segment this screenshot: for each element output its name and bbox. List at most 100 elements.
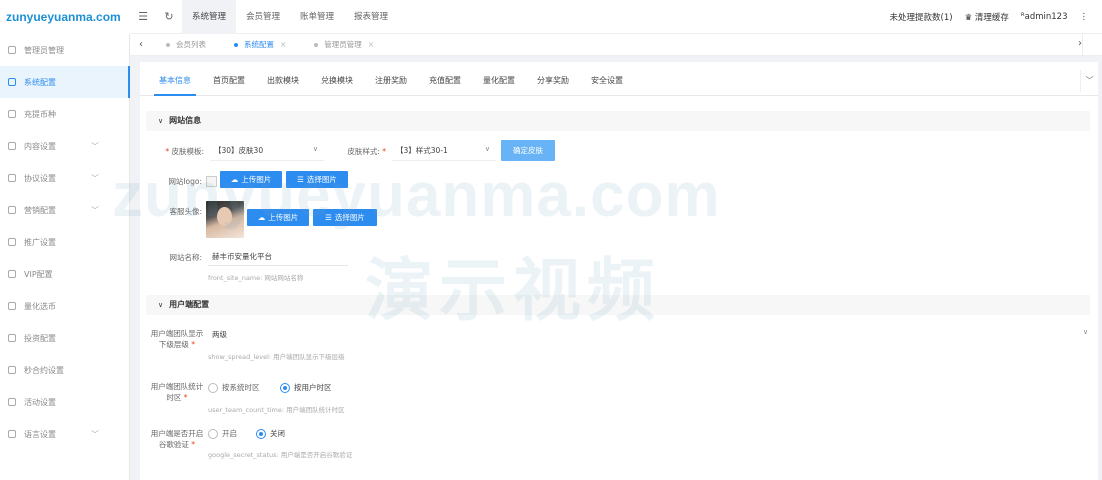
top-menu-bills[interactable]: 账单管理 (290, 0, 344, 34)
radio-google-off[interactable]: 关闭 (256, 428, 285, 439)
radio-circle (256, 428, 266, 439)
skin-style-select[interactable]: 【3】样式30-1 ∨ (392, 141, 496, 161)
skin-template-select[interactable]: 【30】皮肤30 ∨ (210, 141, 324, 161)
skin-style-label: 皮肤样式: * (347, 147, 386, 156)
vip-icon (8, 270, 16, 278)
radio-google-on[interactable]: 开启 (208, 428, 237, 439)
section-site-info[interactable]: ∨ 网站信息 (146, 111, 1090, 131)
sidebar-item-system-config[interactable]: 系统配置 (0, 66, 130, 98)
radio-system-timezone[interactable]: 按系统时区 (208, 382, 260, 393)
sidebar-item-admin[interactable]: 管理员管理 (0, 34, 129, 66)
pending-withdrawals[interactable]: 未处理提款数(1) (890, 11, 953, 23)
close-icon[interactable]: × (368, 40, 374, 49)
subtab-register[interactable]: 注册奖励 (364, 75, 418, 95)
menu-toggle-icon[interactable]: ☰ (130, 10, 156, 23)
chevron-down-icon: ∨ (1083, 328, 1089, 336)
chevron-down-icon: ﹀ (91, 142, 99, 151)
upload-icon: ☁ (257, 213, 266, 222)
tab-dot (234, 42, 238, 47)
promo-icon (8, 238, 16, 246)
sidebar-item-invest[interactable]: 投资配置 (0, 322, 129, 354)
refresh-icon[interactable]: ↻ (156, 10, 182, 23)
content-icon (8, 142, 16, 150)
sidebar-item-label: 管理员管理 (24, 45, 64, 55)
collapse-icon: ∨ (158, 301, 164, 309)
sidebar-item-label: VIP配置 (24, 269, 53, 279)
more-icon[interactable]: ⋮ (1080, 12, 1089, 22)
sidebar-item-label: 内容设置 (24, 141, 56, 151)
language-icon (8, 430, 16, 438)
subtab-recharge[interactable]: 充值配置 (418, 75, 472, 95)
team-level-select[interactable]: 两级 (208, 326, 1088, 344)
sidebar-item-marketing[interactable]: 营销配置 ﹀ (0, 194, 129, 226)
sidebar-item-content[interactable]: 内容设置 ﹀ (0, 130, 129, 162)
sidebar-item-label: 投资配置 (24, 333, 56, 343)
subtab-basic[interactable]: 基本信息 (148, 75, 202, 96)
sidebar-item-activity[interactable]: 活动设置 (0, 386, 129, 418)
subtab-exchange[interactable]: 兑换模块 (310, 75, 364, 95)
list-icon: ☰ (297, 175, 304, 184)
list-icon: ☰ (325, 213, 332, 222)
radio-circle (208, 382, 218, 393)
top-menu-system[interactable]: 系统管理 (182, 0, 237, 34)
team-level-label: 用户端团队显示下级层级 * (150, 329, 204, 349)
user-icon (8, 46, 16, 54)
clear-cache-button[interactable]: ♛ 清理缓存 (965, 11, 1009, 23)
top-menu-members[interactable]: 会员管理 (236, 0, 290, 34)
sidebar-item-label: 推广设置 (24, 237, 56, 247)
site-name-input[interactable]: 赫丰币安量化平台 (208, 248, 348, 266)
sidebar-item-label: 系统配置 (24, 77, 56, 87)
subtab-security[interactable]: 安全设置 (580, 75, 634, 95)
tabs-menu-button[interactable] (1082, 34, 1102, 56)
sidebar-item-label: 量化选币 (24, 301, 56, 311)
confirm-skin-button[interactable]: 确定皮肤 (501, 140, 555, 161)
choose-logo-button[interactable]: ☰ 选择图片 (286, 171, 348, 188)
radio-circle (208, 428, 218, 439)
chevron-down-icon[interactable]: ﹀ (1080, 70, 1098, 92)
subtab-withdraw[interactable]: 出款模块 (256, 75, 310, 95)
collapse-icon: ∨ (158, 117, 164, 125)
upload-logo-button[interactable]: ☁ 上传图片 (220, 171, 282, 188)
sidebar-item-protocol[interactable]: 协议设置 ﹀ (0, 162, 129, 194)
section-user-config[interactable]: ∨ 用户端配置 (146, 295, 1090, 315)
sidebar-item-language[interactable]: 语言设置 ﹀ (0, 418, 129, 450)
sidebar-item-label: 充提币种 (24, 109, 56, 119)
subtab-share[interactable]: 分享奖励 (526, 75, 580, 95)
share-icon (8, 302, 16, 310)
sidebar: 管理员管理 系统配置 充提币种 内容设置 ﹀ 协议设置 ﹀ 营销配置 ﹀ 推广设置 V… (0, 34, 130, 480)
team-level-tip: show_spread_level: 用户端团队显示下级层级 (208, 353, 345, 361)
sidebar-item-promo[interactable]: 推广设置 (0, 226, 129, 258)
top-menu-reports[interactable]: 报表管理 (344, 0, 398, 34)
site-logo: zunyueyuanma.com (0, 0, 130, 34)
user-menu[interactable]: ᴿadmin123 (1021, 12, 1068, 22)
invest-icon (8, 334, 16, 342)
upload-avatar-button[interactable]: ☁ 上传图片 (247, 209, 309, 226)
top-bar: ☰ ↻ 系统管理 会员管理 账单管理 报表管理 未处理提款数(1) ♛ 清理缓存… (130, 0, 1102, 34)
skin-template-label: * 皮肤模板: (165, 147, 204, 156)
close-icon[interactable]: × (280, 40, 286, 49)
sidebar-item-label: 活动设置 (24, 397, 56, 407)
google-auth-label: 用户端是否开启谷歌验证 * (150, 429, 204, 449)
choose-avatar-button[interactable]: ☰ 选择图片 (313, 209, 377, 226)
sidebar-item-contract[interactable]: 秒合约设置 (0, 354, 129, 386)
tab-system-config[interactable]: 系统配置 × (220, 34, 300, 56)
chevron-down-icon: ﹀ (91, 174, 99, 183)
chevron-down-icon: ∨ (312, 145, 318, 153)
tab-member-list[interactable]: 会员列表× (152, 34, 220, 56)
radio-user-timezone[interactable]: 按用户时区 (280, 382, 332, 393)
sidebar-item-label: 营销配置 (24, 205, 56, 215)
tabs-scroll-left-icon[interactable]: ‹ (130, 39, 152, 50)
tab-dot (166, 42, 170, 47)
radio-circle (280, 382, 290, 393)
sidebar-item-coins[interactable]: 充提币种 (0, 98, 129, 130)
subtab-home[interactable]: 首页配置 (202, 75, 256, 95)
sidebar-item-quant[interactable]: 量化选币 (0, 290, 129, 322)
subtab-quant[interactable]: 量化配置 (472, 75, 526, 95)
flag-icon (8, 398, 16, 406)
chevron-down-icon: ﹀ (91, 206, 99, 215)
tab-admin[interactable]: 管理员管理 × (300, 34, 388, 56)
coin-icon (8, 110, 16, 118)
sidebar-item-vip[interactable]: VIP配置 (0, 258, 129, 290)
sidebar-item-label: 语言设置 (24, 429, 56, 439)
google-auth-tip: google_secret_status: 用户端是否开启谷歌验证 (208, 451, 353, 459)
